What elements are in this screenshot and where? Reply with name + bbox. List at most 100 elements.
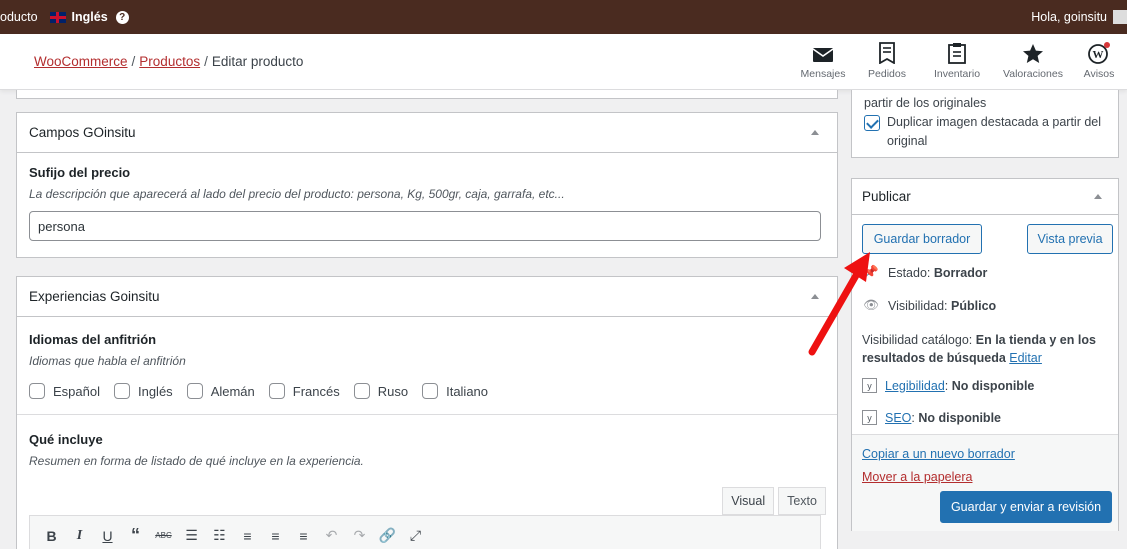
duplicate-options-box: partir de los originales Duplicar imagen… (851, 90, 1119, 158)
collapse-caret-icon[interactable] (811, 130, 819, 135)
header-valoraciones[interactable]: Valoraciones (995, 34, 1071, 90)
copy-to-new-draft-link[interactable]: Copiar a un nuevo borrador (862, 447, 1015, 461)
duplicate-featured-image-option[interactable]: Duplicar imagen destacada a partir del o… (864, 113, 1106, 151)
duplicate-featured-image-label: Duplicar imagen destacada a partir del o… (887, 115, 1102, 148)
idioma-aleman[interactable]: Alemán (186, 383, 255, 399)
checkbox[interactable] (268, 383, 285, 399)
envelope-icon (812, 48, 834, 62)
language-switcher[interactable]: Inglés (72, 10, 108, 24)
idioma-label: Alemán (210, 383, 255, 399)
idioma-ruso[interactable]: Ruso (353, 383, 408, 399)
yoast-icon: y (862, 410, 877, 425)
woocommerce-header: WooCommerce / Productos / Editar producto Me… (0, 34, 1127, 90)
fullscreen-icon[interactable]: ⤢ (406, 524, 425, 548)
que-incluye-description: Resumen en forma de listado de qué inclu… (29, 454, 364, 468)
tab-texto[interactable]: Texto (778, 487, 826, 515)
preview-button[interactable]: Vista previa (1027, 224, 1113, 254)
checkbox[interactable] (353, 383, 370, 399)
header-inventario[interactable]: Inventario (919, 34, 995, 90)
save-draft-button[interactable]: Guardar borrador (862, 224, 982, 254)
admin-bar-account[interactable]: Hola, goinsitu (1031, 0, 1127, 34)
sufijo-label: Sufijo del precio (29, 165, 131, 180)
redo-icon[interactable]: ↷ (350, 524, 369, 548)
readability-value: No disponible (951, 378, 1035, 393)
italic-icon[interactable]: I (70, 524, 89, 548)
catalog-visibility-row: Visibilidad catálogo: En la tienda y en … (862, 331, 1112, 367)
avatar[interactable] (1113, 10, 1127, 24)
align-left-icon[interactable]: ≡ (238, 524, 257, 548)
idioma-frances[interactable]: Francés (268, 383, 340, 399)
header-inventario-label: Inventario (933, 68, 981, 80)
yoast-icon: y (862, 378, 877, 393)
visibility-row: 👁 Visibilidad: Público (862, 298, 996, 313)
sufijo-description: La descripción que aparecerá al lado del… (29, 187, 565, 201)
readability-link[interactable]: Legibilidad (885, 379, 945, 393)
svg-text:W: W (1093, 49, 1104, 61)
header-avisos[interactable]: W Avisos (1071, 34, 1127, 90)
visibility-value: Público (951, 298, 997, 313)
numbered-list-icon[interactable]: ☷ (210, 524, 229, 548)
campos-goinsitu-box: Campos GOinsitu Sufijo del precio La des… (16, 112, 838, 258)
greeting[interactable]: Hola, goinsitu (1031, 10, 1107, 24)
blockquote-icon[interactable]: “ (126, 524, 145, 548)
link-icon[interactable]: 🔗 (378, 524, 397, 548)
idioma-ingles[interactable]: Inglés (113, 383, 173, 399)
align-right-icon[interactable]: ≡ (294, 524, 313, 548)
status-row: 📌 Estado: Borrador (862, 265, 987, 280)
undo-icon[interactable]: ↶ (322, 524, 341, 548)
header-mensajes[interactable]: Mensajes (791, 34, 855, 90)
experiencias-header[interactable]: Experiencias Goinsitu (17, 277, 837, 317)
publish-actions: Copiar a un nuevo borrador Mover a la pa… (852, 434, 1118, 531)
checkbox-checked[interactable] (864, 115, 880, 131)
catalog-edit-link[interactable]: Editar (1009, 351, 1042, 365)
underline-icon[interactable]: U (98, 524, 117, 548)
header-pedidos[interactable]: Pedidos (855, 34, 919, 90)
campos-goinsitu-title: Campos GOinsitu (29, 125, 136, 140)
tab-visual[interactable]: Visual (722, 487, 775, 515)
idioma-label: Inglés (137, 383, 173, 399)
idiomas-field: Idiomas del anfitrión Idiomas que habla … (17, 317, 837, 414)
idiomas-checkboxes: Español Inglés Alemán Francés Ruso Itali… (29, 383, 825, 399)
idiomas-label: Idiomas del anfitrión (29, 332, 157, 347)
status-value: Borrador (933, 265, 988, 280)
readability-row: y Legibilidad: No disponible (862, 378, 1034, 393)
strikethrough-icon[interactable]: ABC (154, 524, 173, 548)
help-icon[interactable]: ? (115, 10, 129, 24)
align-center-icon[interactable]: ≡ (266, 524, 285, 548)
checkbox[interactable] (113, 383, 130, 399)
move-to-trash-link[interactable]: Mover a la papelera (862, 470, 972, 484)
seo-row: y SEO: No disponible (862, 410, 1001, 425)
submit-for-review-button[interactable]: Guardar y enviar a revisión (940, 491, 1112, 523)
checkbox[interactable] (186, 383, 203, 399)
scrolled-edit-status-strip (16, 90, 838, 99)
breadcrumb-current: Editar producto (211, 54, 304, 69)
sufijo-field: Sufijo del precio La descripción que apa… (17, 153, 837, 255)
idioma-italiano[interactable]: Italiano (422, 383, 488, 399)
sufijo-input[interactable] (29, 211, 821, 241)
collapse-caret-icon[interactable] (1094, 194, 1102, 199)
campos-goinsitu-header[interactable]: Campos GOinsitu (17, 113, 837, 153)
publish-header[interactable]: Publicar (852, 179, 1118, 215)
annotation-arrow-icon (808, 252, 870, 356)
bold-icon[interactable]: B (42, 524, 61, 548)
orders-icon (879, 42, 895, 64)
seo-link[interactable]: SEO (885, 411, 911, 425)
idioma-label: Español (53, 383, 100, 399)
admin-bar: oducto Inglés ? Hola, goinsitu (0, 0, 1127, 34)
checkbox[interactable] (422, 383, 439, 399)
idiomas-description: Idiomas que habla el anfitrión (29, 354, 186, 368)
editor-toolbar: B I U “ ABC ☰ ☷ ≡ ≡ ≡ ↶ ↷ 🔗 ⤢ (29, 515, 821, 549)
admin-bar-product-link[interactable]: oducto (0, 10, 38, 24)
breadcrumb-woocommerce[interactable]: WooCommerce (34, 54, 128, 69)
publish-box: Publicar Guardar borrador Vista previa 📌… (851, 178, 1119, 531)
idioma-espanol[interactable]: Español (29, 383, 100, 399)
checkbox[interactable] (29, 383, 45, 399)
wordpress-icon: W (1088, 42, 1110, 64)
experiencias-title: Experiencias Goinsitu (29, 289, 160, 304)
header-pedidos-label: Pedidos (868, 68, 906, 80)
header-icons: Mensajes Pedidos Inventario Valoraciones… (791, 34, 1127, 90)
breadcrumb-productos[interactable]: Productos (139, 54, 200, 69)
bullet-list-icon[interactable]: ☰ (182, 524, 201, 548)
admin-bar-left: oducto Inglés ? (0, 10, 129, 24)
breadcrumb: WooCommerce / Productos / Editar producto (34, 54, 304, 69)
